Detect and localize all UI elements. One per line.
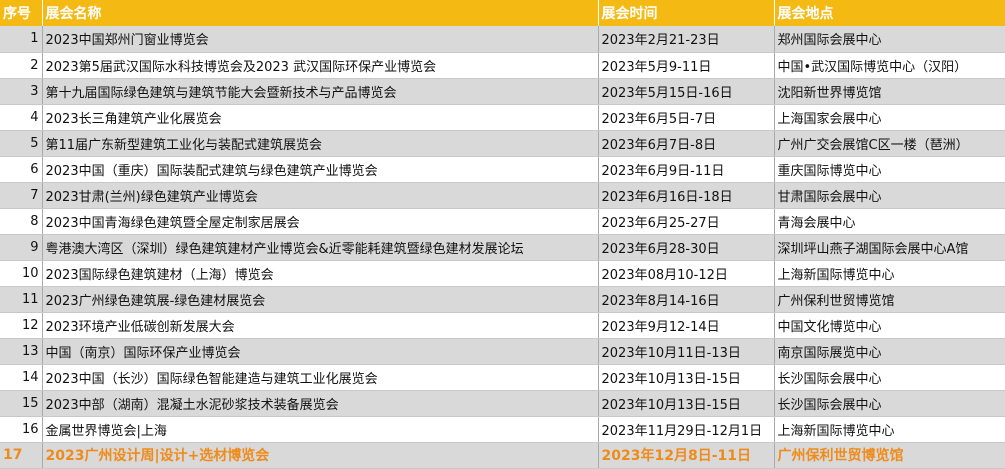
cell-no[interactable]: 9 <box>0 234 43 261</box>
cell-place[interactable]: 上海新国际博览中心 <box>774 260 1005 287</box>
table-row: 7 2023甘肃(兰州)绿色建筑产业博览会 2023年6月16日-18日 甘肃国… <box>0 182 1005 209</box>
cell-time[interactable]: 2023年2月21-23日 <box>598 26 775 53</box>
table-header: 序号 展会名称 展会时间 展会地点 <box>0 0 1005 26</box>
cell-place[interactable]: 青海会展中心 <box>774 208 1005 235</box>
table-row: 16 金属世界博览会|上海 2023年11月29日-12月1日 上海新国际博览中… <box>0 416 1005 443</box>
cell-place[interactable]: 长沙国际会展中心 <box>774 364 1005 391</box>
cell-no[interactable]: 13 <box>0 338 43 365</box>
cell-time[interactable]: 2023年6月28-30日 <box>598 234 775 261</box>
table-row: 10 2023国际绿色建筑建材（上海）博览会 2023年08月10-12日 上海… <box>0 260 1005 287</box>
cell-time[interactable]: 2023年5月9-11日 <box>598 52 775 79</box>
table-row: 3 第十九届国际绿色建筑与建筑节能大会暨新技术与产品博览会 2023年5月15日… <box>0 78 1005 105</box>
cell-time[interactable]: 2023年6月9日-11日 <box>598 156 775 183</box>
cell-place[interactable]: 南京国际展览中心 <box>774 338 1005 365</box>
cell-place[interactable]: 重庆国际博览中心 <box>774 156 1005 183</box>
cell-time[interactable]: 2023年10月13日-15日 <box>598 364 775 391</box>
cell-place[interactable]: 长沙国际会展中心 <box>774 390 1005 417</box>
cell-name[interactable]: 2023中国（重庆）国际装配式建筑与绿色建筑产业博览会 <box>42 156 599 183</box>
cell-place[interactable]: 广州保利世贸博览馆 <box>774 442 1005 469</box>
cell-place[interactable]: 中国文化博览中心 <box>774 312 1005 339</box>
cell-time[interactable]: 2023年6月25-27日 <box>598 208 775 235</box>
table-row: 4 2023长三角建筑产业化展览会 2023年6月5日-7日 上海国家会展中心 <box>0 104 1005 131</box>
cell-no[interactable]: 4 <box>0 104 43 131</box>
cell-time[interactable]: 2023年6月5日-7日 <box>598 104 775 131</box>
cell-no[interactable]: 15 <box>0 390 43 417</box>
table-body: 1 2023中国郑州门窗业博览会 2023年2月21-23日 郑州国际会展中心 … <box>0 26 1005 469</box>
cell-time[interactable]: 2023年12月8日-11日 <box>598 442 775 469</box>
cell-time[interactable]: 2023年10月11日-13日 <box>598 338 775 365</box>
cell-time[interactable]: 2023年08月10-12日 <box>598 260 775 287</box>
cell-time[interactable]: 2023年9月12-14日 <box>598 312 775 339</box>
cell-no[interactable]: 14 <box>0 364 43 391</box>
header-time[interactable]: 展会时间 <box>598 0 775 26</box>
cell-name[interactable]: 粤港澳大湾区（深圳）绿色建筑建材产业博览会&近零能耗建筑暨绿色建材发展论坛 <box>42 234 599 261</box>
cell-place[interactable]: 广州广交会展馆C区一楼（琶洲） <box>774 130 1005 157</box>
cell-time[interactable]: 2023年10月13日-15日 <box>598 390 775 417</box>
cell-place[interactable]: 深圳坪山燕子湖国际会展中心A馆 <box>774 234 1005 261</box>
cell-place[interactable]: 上海新国际博览中心 <box>774 416 1005 443</box>
table-row: 1 2023中国郑州门窗业博览会 2023年2月21-23日 郑州国际会展中心 <box>0 26 1005 53</box>
cell-no[interactable]: 11 <box>0 286 43 313</box>
cell-time[interactable]: 2023年6月7日-8日 <box>598 130 775 157</box>
cell-name[interactable]: 2023国际绿色建筑建材（上海）博览会 <box>42 260 599 287</box>
cell-place[interactable]: 中国•武汉国际博览中心（汉阳） <box>774 52 1005 79</box>
cell-place[interactable]: 郑州国际会展中心 <box>774 26 1005 53</box>
table-row: 11 2023广州绿色建筑展-绿色建材展览会 2023年8月14-16日 广州保… <box>0 286 1005 313</box>
cell-no[interactable]: 7 <box>0 182 43 209</box>
header-row: 序号 展会名称 展会时间 展会地点 <box>0 0 1005 26</box>
cell-time[interactable]: 2023年6月16日-18日 <box>598 182 775 209</box>
cell-no[interactable]: 10 <box>0 260 43 287</box>
table-row: 13 中国（南京）国际环保产业博览会 2023年10月11日-13日 南京国际展… <box>0 338 1005 365</box>
cell-time[interactable]: 2023年11月29日-12月1日 <box>598 416 775 443</box>
table-row: 5 第11届广东新型建筑工业化与装配式建筑展览会 2023年6月7日-8日 广州… <box>0 130 1005 157</box>
exhibition-table: 序号 展会名称 展会时间 展会地点 1 2023中国郑州门窗业博览会 2023年… <box>0 0 1005 469</box>
header-name[interactable]: 展会名称 <box>42 0 599 26</box>
cell-place[interactable]: 甘肃国际会展中心 <box>774 182 1005 209</box>
cell-name[interactable]: 2023中部（湖南）混凝土水泥砂浆技术装备展览会 <box>42 390 599 417</box>
header-place[interactable]: 展会地点 <box>774 0 1005 26</box>
cell-time[interactable]: 2023年5月15日-16日 <box>598 78 775 105</box>
cell-name[interactable]: 2023中国郑州门窗业博览会 <box>42 26 599 53</box>
table-row: 14 2023中国（长沙）国际绿色智能建造与建筑工业化展览会 2023年10月1… <box>0 364 1005 391</box>
cell-no[interactable]: 1 <box>0 26 43 53</box>
header-no[interactable]: 序号 <box>0 0 43 26</box>
table-row: 12 2023环境产业低碳创新发展大会 2023年9月12-14日 中国文化博览… <box>0 312 1005 339</box>
cell-name[interactable]: 第十九届国际绿色建筑与建筑节能大会暨新技术与产品博览会 <box>42 78 599 105</box>
cell-no[interactable]: 3 <box>0 78 43 105</box>
cell-no[interactable]: 8 <box>0 208 43 235</box>
cell-name[interactable]: 2023广州设计周|设计+选材博览会 <box>42 442 599 469</box>
cell-no[interactable]: 17 <box>0 442 43 469</box>
cell-name[interactable]: 2023甘肃(兰州)绿色建筑产业博览会 <box>42 182 599 209</box>
table-row: 6 2023中国（重庆）国际装配式建筑与绿色建筑产业博览会 2023年6月9日-… <box>0 156 1005 183</box>
cell-name[interactable]: 2023环境产业低碳创新发展大会 <box>42 312 599 339</box>
cell-name[interactable]: 中国（南京）国际环保产业博览会 <box>42 338 599 365</box>
cell-no[interactable]: 2 <box>0 52 43 79</box>
table-row: 2 2023第5届武汉国际水科技博览会及2023 武汉国际环保产业博览会 202… <box>0 52 1005 79</box>
cell-time[interactable]: 2023年8月14-16日 <box>598 286 775 313</box>
cell-place[interactable]: 广州保利世贸博览馆 <box>774 286 1005 313</box>
cell-no[interactable]: 16 <box>0 416 43 443</box>
cell-no[interactable]: 12 <box>0 312 43 339</box>
cell-place[interactable]: 上海国家会展中心 <box>774 104 1005 131</box>
cell-name[interactable]: 金属世界博览会|上海 <box>42 416 599 443</box>
table-row: 8 2023中国青海绿色建筑暨全屋定制家居展会 2023年6月25-27日 青海… <box>0 208 1005 235</box>
cell-name[interactable]: 2023中国（长沙）国际绿色智能建造与建筑工业化展览会 <box>42 364 599 391</box>
cell-name[interactable]: 2023中国青海绿色建筑暨全屋定制家居展会 <box>42 208 599 235</box>
cell-name[interactable]: 2023长三角建筑产业化展览会 <box>42 104 599 131</box>
cell-name[interactable]: 2023广州绿色建筑展-绿色建材展览会 <box>42 286 599 313</box>
cell-place[interactable]: 沈阳新世界博览馆 <box>774 78 1005 105</box>
cell-no[interactable]: 6 <box>0 156 43 183</box>
cell-name[interactable]: 2023第5届武汉国际水科技博览会及2023 武汉国际环保产业博览会 <box>42 52 599 79</box>
table-row-highlighted: 17 2023广州设计周|设计+选材博览会 2023年12月8日-11日 广州保… <box>0 442 1005 469</box>
table-row: 9 粤港澳大湾区（深圳）绿色建筑建材产业博览会&近零能耗建筑暨绿色建材发展论坛 … <box>0 234 1005 261</box>
table-row: 15 2023中部（湖南）混凝土水泥砂浆技术装备展览会 2023年10月13日-… <box>0 390 1005 417</box>
cell-name[interactable]: 第11届广东新型建筑工业化与装配式建筑展览会 <box>42 130 599 157</box>
cell-no[interactable]: 5 <box>0 130 43 157</box>
